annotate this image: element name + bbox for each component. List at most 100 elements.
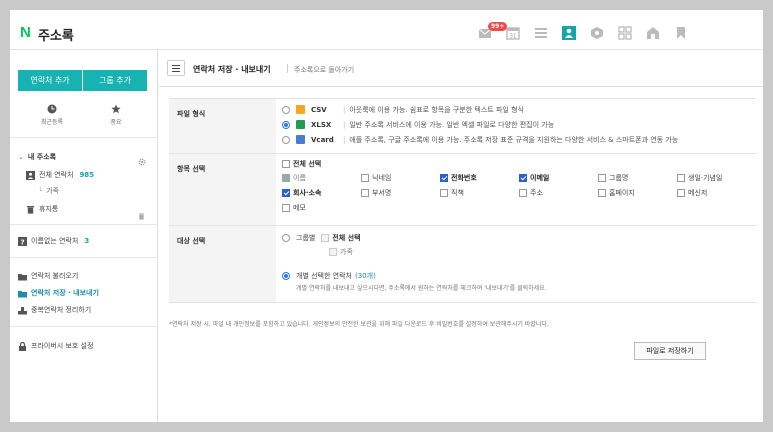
title-divider [287,64,288,73]
target-options: 그룹별 전체 선택 가족 개별 선택한 연락처 (30개) 개별 연락처를 내보… [276,225,756,303]
menu-toggle-button[interactable] [167,60,185,76]
important-shortcut[interactable]: 중요 [86,104,146,126]
sidebar-item-privacy[interactable]: 프라이버시 보호 설정 [18,340,93,352]
back-to-addressbook-link[interactable]: 주소록으로 돌아가기 [294,65,354,75]
field-option[interactable]: 직책 [440,186,519,199]
contacts-icon[interactable] [562,26,576,40]
field-option[interactable]: 이메일 [519,171,598,184]
field-label: 전화번호 [451,173,477,182]
export-label: 연락처 저장 · 내보내기 [31,289,99,297]
sidebar-item-no-name[interactable]: ? 이름없는 연락처 3 [18,235,89,247]
field-label: 이름 [293,173,306,182]
cube-icon[interactable] [590,26,604,40]
my-addressbook-toggle[interactable]: ⌄ 내 주소록 [18,151,56,163]
field-checkbox[interactable] [598,188,606,197]
all-contacts-label: 전체 연락처 [39,171,74,179]
group-family-label: 가족 [340,248,353,256]
field-checkbox[interactable] [282,203,290,212]
group-family-option[interactable]: 가족 [282,245,756,259]
top-header: N 주소록 99+ 31 [10,10,763,50]
sidebar-item-export[interactable]: 연락처 저장 · 내보내기 [18,287,99,299]
empty-trash-icon[interactable] [138,205,146,220]
field-checkbox[interactable] [440,173,448,182]
field-option[interactable]: 그룹명 [598,171,677,184]
recent-label: 최근등록 [40,119,64,126]
by-group-label: 그룹별 [296,234,316,242]
field-option[interactable]: 홈페이지 [598,186,677,199]
sidebar-item-dedupe[interactable]: 중복연락처 정리하기 [18,304,91,316]
privacy-label: 프라이버시 보호 설정 [31,342,94,350]
no-name-count: 3 [84,237,90,245]
add-contact-button[interactable]: 연락처 추가 [18,70,82,91]
field-checkbox[interactable] [361,173,369,182]
group-family-checkbox[interactable] [329,248,337,256]
field-option[interactable]: 전화번호 [440,171,519,184]
individual-radio[interactable] [282,272,290,280]
export-form: 파일 형식 CSV | 아웃룩에 이용 가능. 쉼표로 항목을 구분한 텍스트 파일… [169,98,756,303]
by-group-option[interactable]: 그룹별 전체 선택 [282,231,756,245]
format-name: CSV [311,105,327,114]
field-label: 홈페이지 [609,188,635,197]
field-option[interactable]: 메모 [282,201,361,214]
sidebar-item-import[interactable]: 연락처 불러오기 [18,270,78,282]
field-checkbox[interactable] [519,188,527,197]
format-option-xlsx[interactable]: XLSX | 일반 주소록 서비스에 이용 가능. 일반 엑셀 파일로 다양한 편집… [282,117,756,132]
folder-import-icon [18,272,27,281]
gear-icon[interactable] [138,151,146,166]
app-title[interactable]: 주소록 [38,25,74,44]
format-separator: | [343,120,346,129]
field-option[interactable]: 메신저 [677,186,756,199]
format-option-vcard[interactable]: Vcard | 애플 주소록, 구글 주소록에 이용 가능. 주소록 저장 표준 규… [282,132,756,147]
format-separator: | [343,105,346,114]
by-group-radio[interactable] [282,234,290,242]
merge-icon [18,306,27,315]
list-icon[interactable] [534,26,548,40]
no-name-label: 이름없는 연락처 [31,237,79,245]
calendar-icon[interactable]: 31 [506,26,520,40]
recent-shortcut[interactable]: 최근등록 [22,104,82,126]
field-label: 회사·소속 [293,188,322,197]
chevron-down-icon[interactable]: ⌄ [18,153,24,161]
format-radio[interactable] [282,135,290,144]
naver-logo[interactable]: N [20,24,31,41]
field-option[interactable]: 닉네임 [361,171,440,184]
group-select-all-checkbox[interactable] [321,234,330,242]
field-checkbox[interactable] [677,173,685,182]
field-checkbox[interactable] [282,188,290,197]
memo-icon[interactable] [618,26,632,40]
add-group-button[interactable]: 그룹 추가 [83,70,147,91]
format-description: 애플 주소록, 구글 주소록에 이용 가능. 주소록 저장 표준 규격을 지원하… [349,135,679,144]
format-radio[interactable] [282,120,290,129]
field-checkbox[interactable] [440,188,448,197]
main-content: 연락처 저장 · 내보내기 주소록으로 돌아가기 파일 형식 CSV | 아웃룩에 … [159,50,763,422]
field-label: 부서명 [372,188,392,197]
home-icon[interactable] [646,26,660,40]
field-option[interactable]: 회사·소속 [282,186,361,199]
sidebar-divider [10,137,158,138]
sidebar-divider [10,224,158,225]
field-checkbox[interactable] [519,173,527,182]
save-to-file-button[interactable]: 파일로 저장하기 [634,342,706,360]
format-radio[interactable] [282,105,290,114]
important-label: 중요 [110,119,122,126]
field-option[interactable]: 생일·기념일 [677,171,756,184]
individual-label: 개별 선택한 연락처 [296,272,352,280]
individual-option[interactable]: 개별 선택한 연락처 (30개) [282,269,756,283]
field-checkbox[interactable] [677,188,685,197]
file-type-icon [296,120,305,129]
sidebar-item-family[interactable]: └ 가족 [38,185,59,197]
field-option[interactable]: 부서명 [361,186,440,199]
fields-label: 항목 선택 [169,153,276,226]
format-option-csv[interactable]: CSV | 아웃룩에 이용 가능. 쉼표로 항목을 구분한 텍스트 파일 형식 [282,102,756,117]
field-checkbox[interactable] [361,188,369,197]
field-label: 이메일 [530,173,550,182]
checkbox-box[interactable] [282,159,290,168]
select-all-checkbox[interactable]: 전체 선택 [282,157,756,170]
app-window: N 주소록 99+ 31 연락처 추가 그룹 추가 최근등록 중요 ⌄ 내 주소… [10,10,763,422]
sidebar-item-trash[interactable]: 휴지통 [26,203,58,215]
field-option[interactable]: 주소 [519,186,598,199]
sidebar-item-all-contacts[interactable]: 전체 연락처 985 [26,169,94,181]
target-row: 대상 선택 그룹별 전체 선택 가족 개별 선택한 연락처 (30개) 개별 연… [169,225,756,303]
bookmark-icon[interactable] [674,26,688,40]
field-checkbox[interactable] [598,173,606,182]
